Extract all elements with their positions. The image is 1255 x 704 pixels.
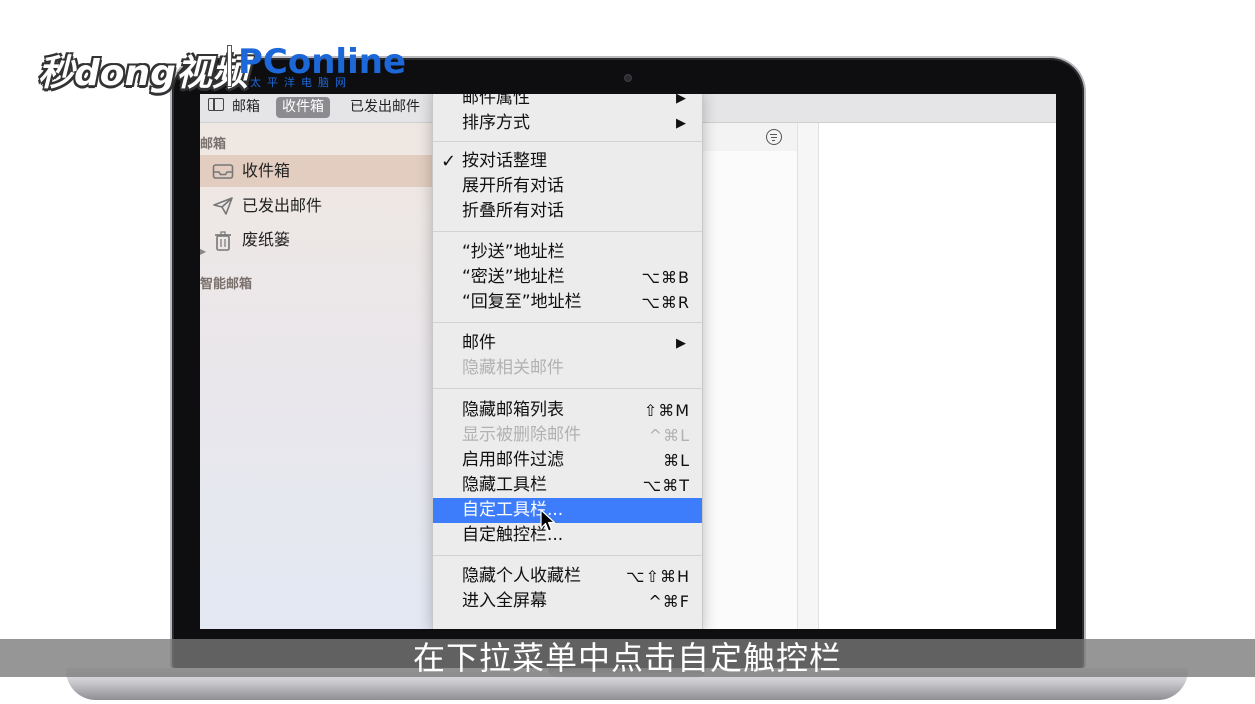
menu-item-sort-by[interactable]: 排序方式 ▶	[433, 111, 702, 136]
menu-item-enter-full-screen[interactable]: 进入全屏幕 ^⌘F	[433, 589, 702, 614]
sidebar-item-trash[interactable]: ▶ 废纸篓	[200, 224, 432, 256]
menu-item-label: 折叠所有对话	[462, 201, 564, 221]
submenu-arrow-icon: ▶	[676, 116, 686, 131]
paper-plane-icon	[212, 197, 234, 215]
mail-app-window: 邮箱 收件箱 已发出邮件 邮箱 收件箱 已发出邮件 ▶ 废纸篓 智能邮箱 邮件属…	[200, 94, 1056, 629]
menu-item-label: 隐藏个人收藏栏	[462, 566, 581, 586]
sidebar-toggle-icon[interactable]	[208, 98, 224, 111]
menu-item-label: “抄送”地址栏	[462, 242, 565, 262]
menu-item-expand-all-conversations[interactable]: 展开所有对话	[433, 174, 702, 199]
miaodong-logo: 秒dong视频	[38, 53, 248, 94]
view-dropdown-menu: 邮件属性 ▶ 排序方式 ▶ ✓ 按对话整理 展开所有对话 折叠所有对话 “抄送”…	[432, 94, 703, 629]
menu-item-hide-related-messages: 隐藏相关邮件	[433, 356, 702, 381]
menu-item-organize-by-conversation[interactable]: ✓ 按对话整理	[433, 149, 702, 174]
submenu-arrow-icon: ▶	[676, 336, 686, 351]
sidebar-item-label: 废纸篓	[242, 230, 291, 249]
tab-inbox[interactable]: 收件箱	[276, 97, 330, 118]
menu-item-reply-to-field[interactable]: “回复至”地址栏 ⌥⌘R	[433, 290, 702, 315]
menu-item-label: “回复至”地址栏	[462, 292, 582, 312]
menu-item-hide-mailbox-list[interactable]: 隐藏邮箱列表 ⇧⌘M	[433, 398, 702, 423]
menu-item-customize-touch-bar[interactable]: 自定触控栏...	[433, 523, 702, 548]
menu-item-shortcut: ⌥⌘B	[641, 268, 690, 287]
menu-item-cc-field[interactable]: “抄送”地址栏	[433, 240, 702, 265]
menu-item-label: 按对话整理	[462, 151, 547, 171]
menu-item-label: 隐藏相关邮件	[462, 358, 564, 378]
menu-item-collapse-all-conversations[interactable]: 折叠所有对话	[433, 199, 702, 224]
menu-item-label: 邮件属性	[462, 94, 530, 108]
menu-item-shortcut: ^⌘L	[648, 426, 690, 445]
menu-item-shortcut: ^⌘F	[648, 592, 690, 611]
disclosure-triangle-icon[interactable]: ▶	[200, 236, 206, 268]
menu-item-shortcut: ⇧⌘M	[643, 401, 690, 420]
pconline-subtitle: 太平洋电脑网	[250, 76, 352, 89]
message-list	[703, 151, 797, 629]
submenu-arrow-icon: ▶	[676, 94, 686, 106]
menu-separator	[433, 388, 702, 389]
menu-item-shortcut: ⌥⌘R	[641, 293, 690, 312]
menu-item-show-deleted-messages: 显示被删除邮件 ^⌘L	[433, 423, 702, 448]
pane-divider[interactable]	[797, 123, 819, 629]
menu-item-label: 邮件	[462, 333, 496, 353]
menu-separator	[433, 322, 702, 323]
menu-item-shortcut: ⌘L	[663, 451, 690, 470]
menu-item-label: “密送”地址栏	[462, 267, 565, 287]
mailboxes-button[interactable]: 邮箱	[226, 97, 266, 118]
sidebar-item-label: 已发出邮件	[242, 196, 323, 215]
logo-separator	[228, 46, 231, 86]
trash-icon	[212, 231, 234, 251]
camera-icon	[624, 74, 632, 82]
filter-icon[interactable]	[766, 129, 782, 145]
menu-separator	[433, 141, 702, 142]
menu-item-label: 展开所有对话	[462, 176, 564, 196]
sidebar-section-smart-mailboxes: 智能邮箱	[200, 277, 253, 292]
message-list-header	[703, 123, 797, 152]
sidebar: 邮箱 收件箱 已发出邮件 ▶ 废纸篓 智能邮箱	[200, 123, 436, 629]
menu-item-shortcut: ⌥⇧⌘H	[626, 567, 690, 586]
menu-item-message-attributes[interactable]: 邮件属性 ▶	[433, 94, 702, 111]
menu-separator	[433, 231, 702, 232]
checkmark-icon: ✓	[441, 151, 457, 172]
tab-sent[interactable]: 已发出邮件	[344, 97, 426, 118]
sidebar-section-mailboxes: 邮箱	[200, 137, 227, 152]
menu-item-label: 显示被删除邮件	[462, 425, 581, 445]
menu-item-label: 进入全屏幕	[462, 591, 547, 611]
menu-item-label: 隐藏工具栏	[462, 475, 547, 495]
menu-item-message[interactable]: 邮件 ▶	[433, 331, 702, 356]
menu-item-hide-toolbar[interactable]: 隐藏工具栏 ⌥⌘T	[433, 473, 702, 498]
menu-item-bcc-field[interactable]: “密送”地址栏 ⌥⌘B	[433, 265, 702, 290]
menu-item-label: 排序方式	[462, 113, 530, 133]
menu-item-customize-toolbar[interactable]: 自定工具栏...	[433, 498, 702, 523]
menu-separator	[433, 555, 702, 556]
caption-text: 在下拉菜单中点击自定触控栏	[412, 639, 842, 677]
menu-item-label: 启用邮件过滤	[462, 450, 564, 470]
sidebar-item-sent[interactable]: 已发出邮件	[200, 190, 432, 222]
sidebar-item-label: 收件箱	[242, 161, 291, 180]
menu-item-hide-favorites-bar[interactable]: 隐藏个人收藏栏 ⌥⇧⌘H	[433, 564, 702, 589]
menu-item-enable-message-filter[interactable]: 启用邮件过滤 ⌘L	[433, 448, 702, 473]
menu-item-shortcut: ⌥⌘T	[642, 476, 690, 495]
menu-item-label: 隐藏邮箱列表	[462, 400, 564, 420]
inbox-tray-icon	[212, 162, 234, 180]
caption-bar: 在下拉菜单中点击自定触控栏	[0, 639, 1255, 677]
sidebar-item-inbox[interactable]: 收件箱	[200, 155, 432, 187]
mouse-cursor-icon	[540, 509, 556, 532]
